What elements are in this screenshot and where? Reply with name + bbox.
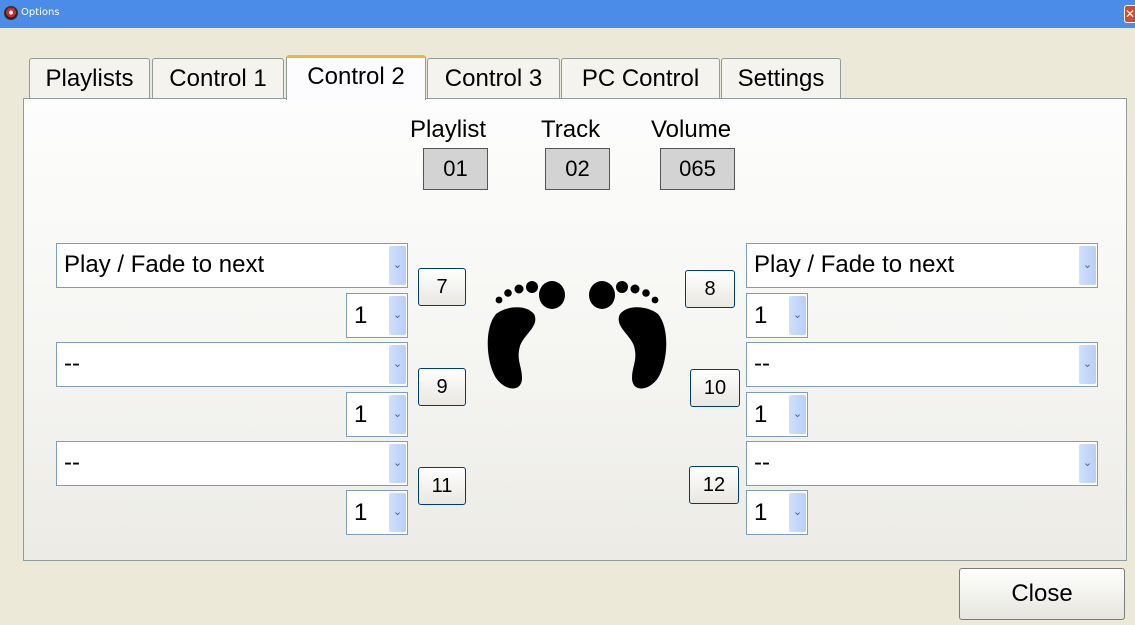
count-select-12[interactable]: 1 ⌄	[746, 490, 808, 535]
tab-control-1[interactable]: Control 1	[152, 58, 284, 98]
action-select-value: Play / Fade to next	[754, 251, 955, 278]
chevron-down-icon[interactable]: ⌄	[389, 345, 406, 384]
chevron-down-icon[interactable]: ⌄	[389, 493, 406, 532]
chevron-down-icon[interactable]: ⌄	[1079, 444, 1096, 483]
tab-playlists[interactable]: Playlists	[29, 58, 150, 98]
window-close-button[interactable]: ✕	[1124, 5, 1135, 23]
control-button-10[interactable]: 10	[690, 369, 740, 407]
chevron-down-icon[interactable]: ⌄	[389, 444, 406, 483]
tab-pc-control[interactable]: PC Control	[561, 58, 720, 98]
control-button-7[interactable]: 7	[418, 268, 466, 306]
count-select-value: 1	[354, 401, 368, 428]
playlist-label: Playlist	[410, 116, 487, 143]
count-select-value: 1	[754, 302, 768, 329]
chevron-down-icon[interactable]: ⌄	[1079, 246, 1096, 285]
count-select-value: 1	[754, 499, 768, 526]
action-select-value: --	[754, 350, 770, 377]
tab-control-2[interactable]: Control 2	[286, 55, 426, 100]
volume-value: 065	[660, 148, 735, 190]
chevron-down-icon[interactable]: ⌄	[389, 246, 406, 285]
control-button-8[interactable]: 8	[685, 270, 735, 308]
control-button-12[interactable]: 12	[689, 466, 739, 504]
footprints-icon	[487, 281, 667, 389]
count-select-8[interactable]: 1 ⌄	[746, 293, 808, 338]
close-button[interactable]: Close	[959, 568, 1125, 620]
count-select-value: 1	[754, 401, 768, 428]
count-select-value: 1	[354, 302, 368, 329]
action-select-12[interactable]: -- ⌄	[746, 441, 1098, 486]
track-value: 02	[545, 148, 610, 190]
action-select-value: --	[64, 350, 80, 377]
count-select-11[interactable]: 1 ⌄	[346, 490, 408, 535]
chevron-down-icon[interactable]: ⌄	[389, 395, 406, 434]
app-icon	[4, 6, 18, 20]
title-bar[interactable]: Options ✕	[0, 0, 1135, 28]
action-select-value: --	[754, 449, 770, 476]
action-select-8[interactable]: Play / Fade to next ⌄	[746, 243, 1098, 288]
chevron-down-icon[interactable]: ⌄	[1079, 345, 1096, 384]
count-select-10[interactable]: 1 ⌄	[746, 392, 808, 437]
control-button-9[interactable]: 9	[418, 368, 466, 406]
window-title: Options	[21, 7, 60, 18]
action-select-11[interactable]: -- ⌄	[56, 441, 408, 486]
action-select-value: --	[64, 449, 80, 476]
control-button-11[interactable]: 11	[418, 467, 466, 505]
volume-label: Volume	[651, 116, 732, 143]
count-select-9[interactable]: 1 ⌄	[346, 392, 408, 437]
tab-settings[interactable]: Settings	[721, 58, 841, 98]
chevron-down-icon[interactable]: ⌄	[789, 296, 806, 335]
action-select-value: Play / Fade to next	[64, 251, 265, 278]
chevron-down-icon[interactable]: ⌄	[789, 493, 806, 532]
track-label: Track	[541, 116, 601, 143]
chevron-down-icon[interactable]: ⌄	[789, 395, 806, 434]
chevron-down-icon[interactable]: ⌄	[389, 296, 406, 335]
count-select-7[interactable]: 1 ⌄	[346, 293, 408, 338]
action-select-10[interactable]: -- ⌄	[746, 342, 1098, 387]
count-select-value: 1	[354, 499, 368, 526]
tab-control-3[interactable]: Control 3	[427, 58, 560, 98]
action-select-7[interactable]: Play / Fade to next ⌄	[56, 243, 408, 288]
action-select-9[interactable]: -- ⌄	[56, 342, 408, 387]
playlist-value: 01	[423, 148, 488, 190]
